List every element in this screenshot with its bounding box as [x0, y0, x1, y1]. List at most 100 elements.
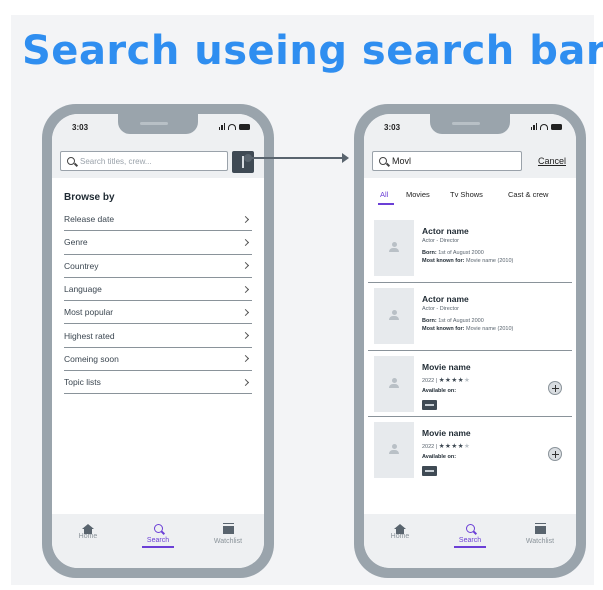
result-title: Actor name — [422, 226, 469, 236]
tab-all[interactable]: All — [380, 190, 388, 199]
tab-home[interactable]: Home — [370, 524, 430, 540]
status-time: 3:03 — [384, 123, 401, 132]
available-on-label: Available on: — [422, 388, 457, 394]
result-year: 2022 | — [422, 378, 438, 384]
phone-notch — [118, 114, 198, 134]
connector-start-dot — [244, 154, 252, 162]
result-movie-card[interactable]: Movie name 2022 | ★★★★★ Available on: — [374, 356, 562, 420]
actor-thumbnail — [374, 288, 414, 344]
search-placeholder: Search titles, crew... — [80, 156, 152, 166]
tab-label: Home — [78, 533, 98, 540]
tab-label: Home — [390, 533, 410, 540]
watchlist-icon — [534, 524, 546, 534]
tab-label: Watchlist — [525, 538, 555, 545]
browse-item-label: Language — [64, 284, 102, 295]
tab-search[interactable]: Search — [128, 524, 188, 548]
bottom-tab-bar: Home Search Watchlist — [52, 514, 264, 568]
tab-label: Search — [146, 537, 170, 544]
browse-title: Browse by — [64, 192, 115, 203]
result-movie-card[interactable]: Movie name 2022 | ★★★★★ Available on: — [374, 422, 562, 486]
battery-icon — [239, 123, 250, 130]
known-label: Most known for: — [422, 258, 465, 264]
tab-tv-shows[interactable]: Tv Shows — [450, 190, 483, 199]
available-on-label: Available on: — [422, 454, 457, 460]
chevron-right-icon — [241, 355, 250, 363]
tab-watchlist[interactable]: Watchlist — [198, 524, 258, 545]
search-icon — [153, 524, 163, 533]
home-icon — [82, 524, 94, 534]
search-icon — [465, 524, 475, 533]
tab-movies[interactable]: Movies — [406, 190, 430, 199]
browse-item-genre[interactable]: Genre — [64, 231, 252, 255]
known-label: Most known for: — [422, 326, 465, 332]
result-known-for: Most known for: Movie name (2010) — [422, 326, 513, 332]
battery-icon — [551, 123, 562, 130]
result-actor-card[interactable]: Actor name Actor - Director Born: 1st of… — [374, 220, 562, 284]
tab-cast-crew[interactable]: Cast & crew — [508, 190, 548, 199]
movie-thumbnail — [374, 422, 414, 478]
phone-notch — [430, 114, 510, 134]
add-to-watchlist-button[interactable] — [548, 381, 562, 395]
born-value: 1st of August 2000 — [438, 318, 484, 324]
browse-item-label: Comeing soon — [64, 353, 119, 364]
cancel-button[interactable]: Cancel — [538, 156, 566, 166]
search-icon — [379, 157, 387, 165]
born-label: Born: — [422, 250, 437, 256]
browse-item-label: Most popular — [64, 307, 114, 318]
result-title: Movie name — [422, 428, 471, 438]
search-input[interactable]: Search titles, crew... — [60, 151, 228, 171]
known-value: Movie name (2010) — [466, 258, 514, 264]
result-born: Born: 1st of August 2000 — [422, 318, 484, 324]
result-known-for: Most known for: Movie name (2010) — [422, 258, 513, 264]
star-rating: ★★★★★ — [438, 443, 471, 450]
chevron-right-icon — [241, 215, 250, 223]
browse-item-label: Countrey — [64, 260, 99, 271]
person-icon — [389, 444, 399, 454]
wifi-icon — [540, 123, 548, 130]
actor-thumbnail — [374, 220, 414, 276]
tab-search[interactable]: Search — [440, 524, 500, 548]
known-value: Movie name (2010) — [466, 326, 514, 332]
browse-item-topic-lists[interactable]: Topic lists — [64, 371, 252, 395]
browse-item-most-popular[interactable]: Most popular — [64, 301, 252, 325]
signal-icon — [530, 123, 537, 130]
browse-item-label: Highest rated — [64, 330, 115, 341]
browse-item-country[interactable]: Countrey — [64, 255, 252, 278]
result-born: Born: 1st of August 2000 — [422, 250, 484, 256]
person-icon — [389, 378, 399, 388]
chevron-right-icon — [241, 262, 250, 270]
result-title: Actor name — [422, 294, 469, 304]
active-tab-indicator — [378, 203, 394, 205]
browse-item-coming-soon[interactable]: Comeing soon — [64, 348, 252, 372]
active-tab-indicator — [454, 546, 486, 548]
active-tab-indicator — [142, 546, 174, 548]
born-value: 1st of August 2000 — [438, 250, 484, 256]
divider — [368, 416, 572, 417]
add-to-watchlist-button[interactable] — [548, 447, 562, 461]
browse-item-highest-rated[interactable]: Highest rated — [64, 324, 252, 348]
result-actor-card[interactable]: Actor name Actor - Director Born: 1st of… — [374, 288, 562, 352]
search-input[interactable]: Movl — [372, 151, 522, 171]
browse-item-language[interactable]: Language — [64, 278, 252, 302]
tab-label: Watchlist — [213, 538, 243, 545]
status-icons — [530, 123, 562, 130]
tab-label: Search — [458, 537, 482, 544]
chevron-right-icon — [241, 308, 250, 316]
filter-tabs: All Movies Tv Shows Cast & crew — [364, 184, 576, 206]
status-bar: 3:03 — [52, 114, 264, 144]
result-title: Movie name — [422, 362, 471, 372]
browse-item-release-date[interactable]: Release date — [64, 208, 252, 232]
browse-list: Release date Genre Countrey Language Mos… — [64, 208, 252, 395]
tab-watchlist[interactable]: Watchlist — [510, 524, 570, 545]
tab-home[interactable]: Home — [58, 524, 118, 540]
browse-item-label: Release date — [64, 214, 115, 225]
result-role: Actor - Director — [422, 306, 459, 312]
home-icon — [394, 524, 406, 534]
status-time: 3:03 — [72, 123, 89, 132]
divider — [368, 350, 572, 351]
chevron-right-icon — [241, 332, 250, 340]
phone-left: 3:03 Search titles, crew... Browse by Re… — [42, 104, 274, 578]
status-icons — [218, 123, 250, 130]
wifi-icon — [228, 123, 236, 130]
person-icon — [389, 242, 399, 252]
